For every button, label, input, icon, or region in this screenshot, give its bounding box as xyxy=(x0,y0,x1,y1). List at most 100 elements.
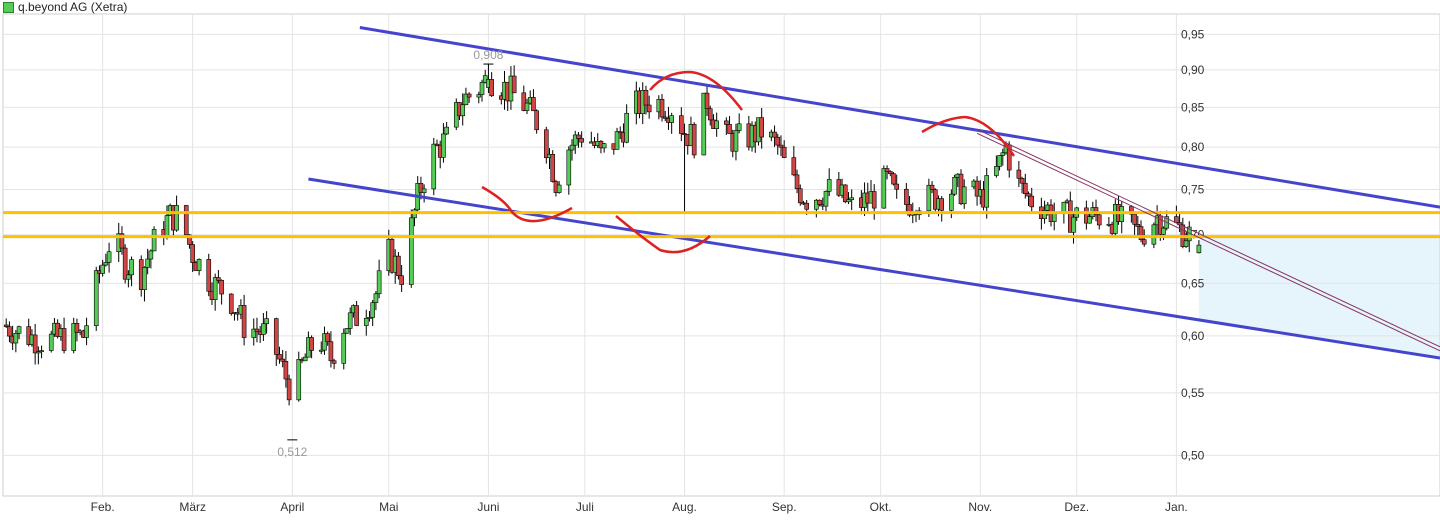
candle-body xyxy=(325,333,330,342)
y-tick-label: 0,60 xyxy=(1181,329,1205,343)
candle-body xyxy=(216,277,221,281)
y-tick-label: 0,55 xyxy=(1181,386,1205,400)
y-tick-label: 0,65 xyxy=(1181,276,1205,290)
candle-body xyxy=(556,184,562,193)
candle-body xyxy=(733,130,739,152)
candle-body xyxy=(891,173,896,185)
y-tick-label: 0,50 xyxy=(1181,448,1205,462)
candle-body xyxy=(106,251,112,263)
y-tick-label: 0,90 xyxy=(1181,63,1205,77)
candle-body xyxy=(273,318,279,355)
candle-body xyxy=(296,359,302,401)
x-tick-label: Aug. xyxy=(672,500,697,514)
x-tick-label: Juni xyxy=(477,500,499,514)
candle-body xyxy=(846,199,851,203)
extreme-label: 0,908 xyxy=(473,48,503,62)
candle-body xyxy=(543,129,549,159)
candle-body xyxy=(466,93,472,98)
candle-body xyxy=(219,279,224,295)
x-tick-label: Mai xyxy=(379,500,398,514)
candle-body xyxy=(48,333,54,351)
candle-body xyxy=(283,360,289,380)
candle-body xyxy=(1071,216,1076,233)
x-tick-label: Sep. xyxy=(772,500,797,514)
candle-body xyxy=(881,168,887,209)
candle-body xyxy=(794,174,800,190)
candle-body xyxy=(724,120,729,125)
candle-body xyxy=(984,175,990,208)
candle-body xyxy=(849,197,854,201)
x-tick-label: März xyxy=(179,500,206,514)
candle-body xyxy=(534,110,539,131)
candle-body xyxy=(212,277,218,300)
candle-body xyxy=(228,293,234,314)
candle-body xyxy=(126,274,131,280)
candle-body xyxy=(183,205,189,236)
candle-body xyxy=(286,378,292,401)
candle-body xyxy=(174,205,179,231)
candle-body xyxy=(431,143,437,190)
candle-body xyxy=(151,229,157,252)
candle-body xyxy=(1026,193,1031,197)
extreme-label: 0,512 xyxy=(277,445,307,459)
candle-body xyxy=(961,186,967,205)
candle-body xyxy=(196,259,202,271)
candle-body xyxy=(302,356,308,362)
candle-body xyxy=(1096,214,1102,226)
x-tick-label: Dez. xyxy=(1064,500,1089,514)
candle-body xyxy=(601,143,607,149)
y-tick-label: 0,75 xyxy=(1181,182,1205,196)
candle-body xyxy=(727,124,732,134)
x-tick-label: Juli xyxy=(576,500,594,514)
candle-body xyxy=(93,270,99,327)
candle-body xyxy=(148,250,154,260)
candle-body xyxy=(772,131,777,138)
candle-body xyxy=(363,317,369,326)
candle-body xyxy=(460,104,466,117)
candle-body xyxy=(531,97,536,112)
candle-body xyxy=(341,332,347,364)
candle-body xyxy=(939,198,945,211)
candle-body xyxy=(797,188,803,204)
candle-body xyxy=(206,259,212,292)
y-tick-label: 0,85 xyxy=(1181,100,1205,114)
candle-body xyxy=(736,123,742,131)
x-tick-label: Okt. xyxy=(870,500,892,514)
candle-body xyxy=(309,337,314,351)
candle-body xyxy=(1196,244,1202,254)
candle-body xyxy=(399,275,404,285)
candle-body xyxy=(444,126,449,135)
candle-body xyxy=(781,146,787,158)
candle-body xyxy=(354,305,359,326)
candle-body xyxy=(1183,240,1189,247)
candle-body xyxy=(7,326,12,337)
candle-body xyxy=(1135,224,1141,227)
candle-body xyxy=(579,138,584,143)
x-tick-label: Jan. xyxy=(1165,500,1188,514)
candle-body xyxy=(1141,239,1147,245)
channel-upper-line xyxy=(359,26,1440,209)
candle-body xyxy=(1174,216,1179,223)
candle-body xyxy=(714,120,719,129)
candle-body xyxy=(13,333,19,344)
candle-body xyxy=(817,199,822,205)
candle-body xyxy=(1000,152,1006,156)
plot-area: 0,950,900,850,800,750,700,650,600,550,50… xyxy=(2,13,1440,514)
candle-body xyxy=(804,202,809,210)
candle-body xyxy=(32,334,38,354)
y-tick-label: 0,80 xyxy=(1181,140,1205,154)
candle-body xyxy=(1051,213,1057,222)
candle-body xyxy=(775,136,781,146)
candle-body xyxy=(254,328,260,333)
candle-body xyxy=(1029,195,1035,208)
candle-body xyxy=(100,264,105,274)
candle-body xyxy=(489,79,494,97)
candle-body xyxy=(949,193,954,211)
y-tick-label: 0,95 xyxy=(1181,27,1205,41)
candle-body xyxy=(277,354,282,360)
candle-body xyxy=(164,215,170,238)
candle-body xyxy=(479,82,485,95)
candle-body xyxy=(550,154,556,182)
candle-body xyxy=(778,144,784,148)
candle-body xyxy=(1161,227,1166,235)
